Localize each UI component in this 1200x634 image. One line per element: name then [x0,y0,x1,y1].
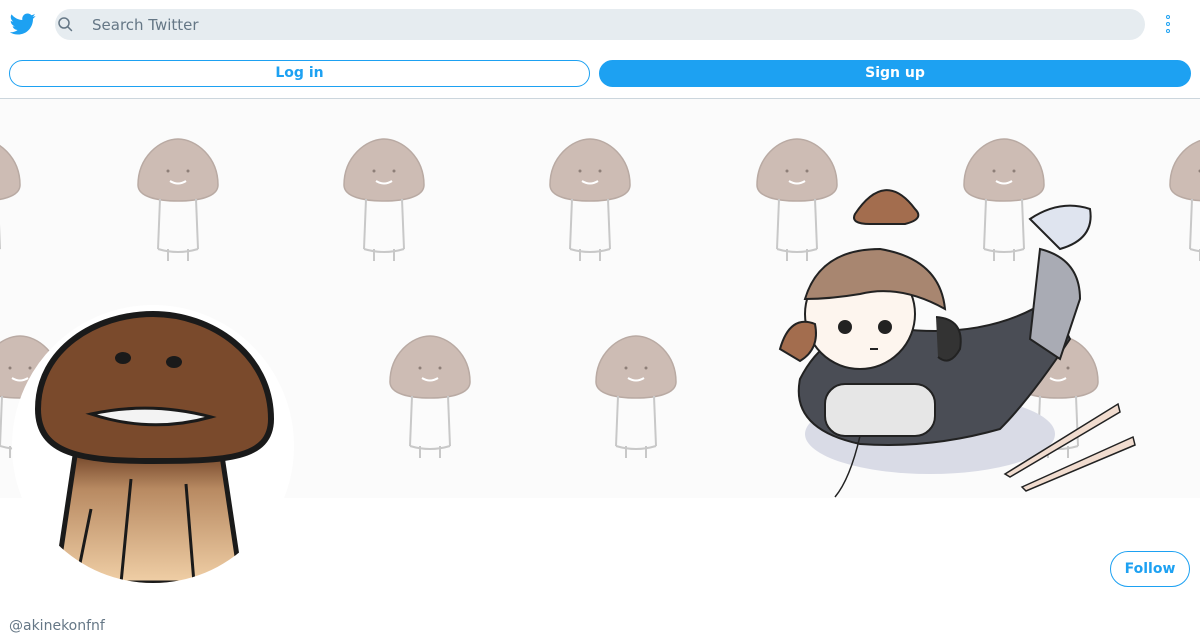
login-button[interactable]: Log in [9,60,590,87]
search-icon [58,17,73,32]
profile-handle: @akinekonfnf [9,618,105,634]
follow-button[interactable]: Follow [1110,551,1190,587]
signup-button[interactable]: Sign up [599,60,1191,87]
profile-avatar[interactable] [12,305,294,587]
twitter-bird-icon[interactable] [10,11,36,37]
vertical-dots-icon[interactable] [1158,12,1178,38]
search-input[interactable] [92,9,1132,40]
mushroom-avatar-illustration [16,309,290,583]
top-bar [0,0,1200,48]
